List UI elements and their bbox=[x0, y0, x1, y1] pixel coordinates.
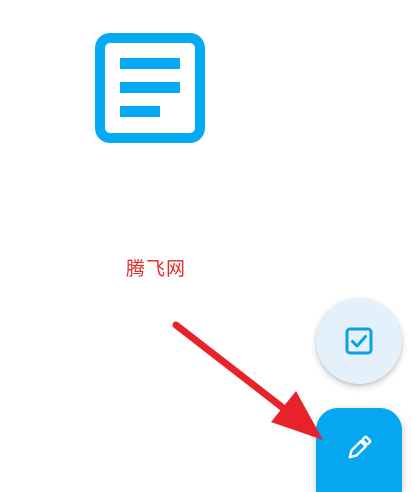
notes-icon bbox=[95, 33, 205, 143]
checkbox-icon bbox=[344, 326, 374, 356]
watermark-text: 腾飞网 bbox=[126, 258, 187, 280]
checklist-fab-button[interactable] bbox=[316, 298, 402, 384]
page: 腾飞网 bbox=[0, 0, 411, 492]
pencil-icon bbox=[343, 435, 375, 464]
compose-fab-button[interactable] bbox=[316, 408, 402, 492]
